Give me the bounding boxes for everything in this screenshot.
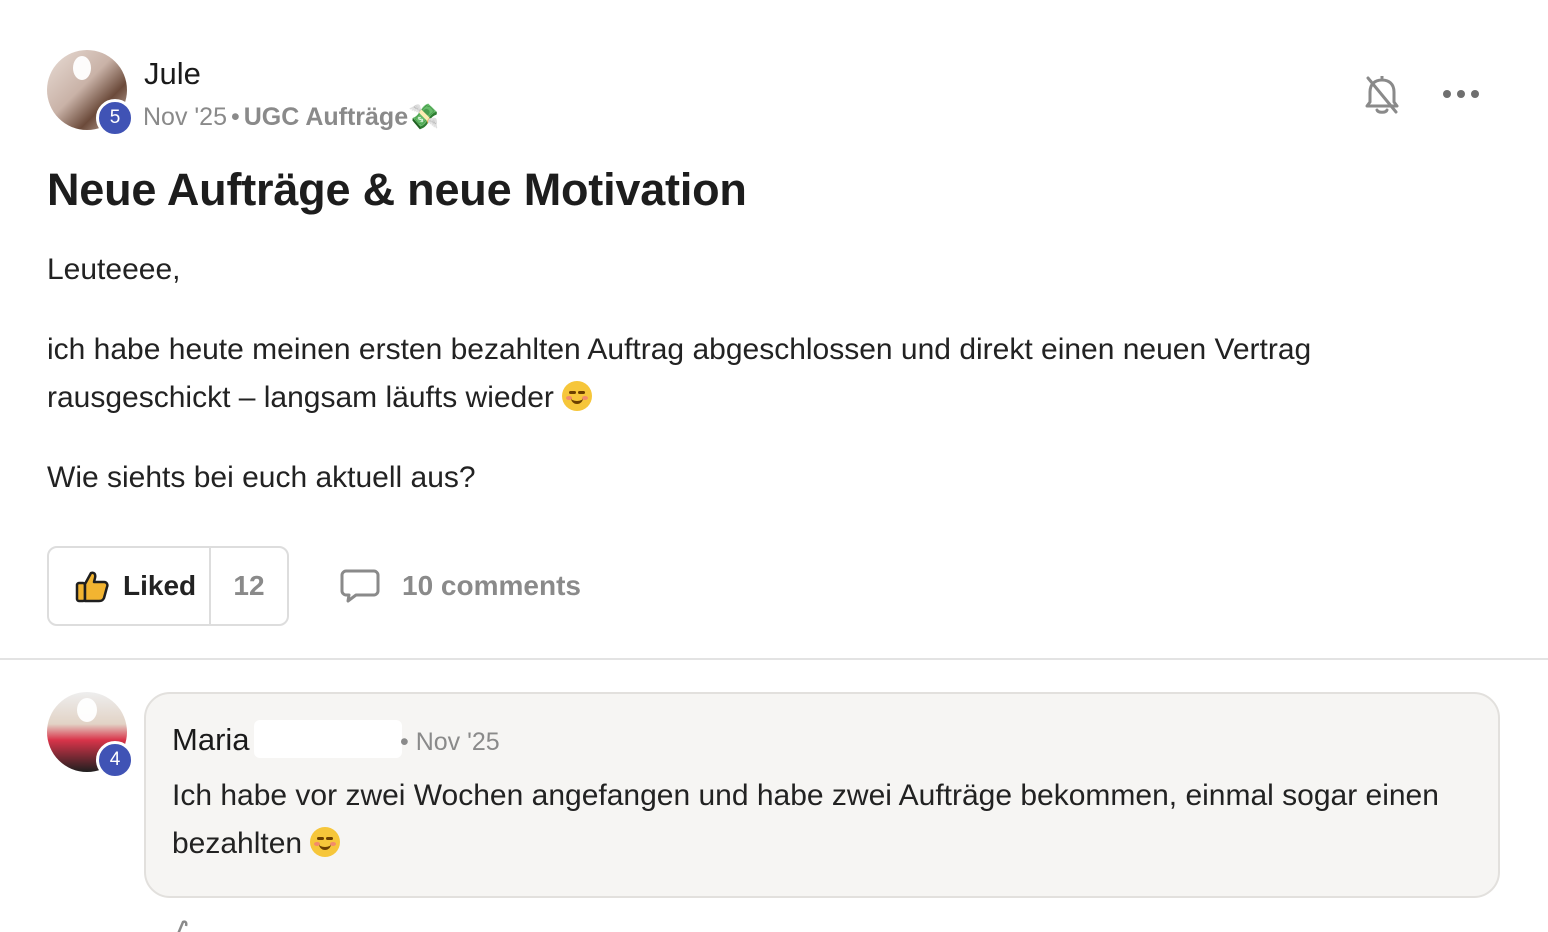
bell-off-icon <box>1365 76 1399 114</box>
post-paragraph: Leuteeee, <box>47 253 181 286</box>
post-meta: Nov '25 • UGC Aufträge💸 <box>143 103 439 132</box>
like-button[interactable]: Liked <box>49 548 211 624</box>
notification-toggle-button[interactable] <box>1362 72 1402 116</box>
smiling-emoji-icon <box>310 827 341 857</box>
author-level-badge: 5 <box>96 99 134 137</box>
avatar-redaction <box>77 698 97 722</box>
thumbs-up-icon <box>75 571 109 603</box>
comment-date: • Nov '25 <box>400 728 500 756</box>
post-date: Nov '25 <box>143 103 227 131</box>
more-options-button[interactable] <box>1440 82 1482 106</box>
comments-count-label: 10 comments <box>402 570 581 601</box>
comment-text: Ich habe vor zwei Wochen angefangen und … <box>172 779 1439 860</box>
like-label: Liked <box>123 570 197 601</box>
more-horizontal-icon <box>1443 90 1479 98</box>
comment-bubble: Maria • Nov '25 Ich habe vor zwei Wochen… <box>144 692 1500 898</box>
author-name[interactable]: Jule <box>144 56 201 92</box>
like-control: Liked 12 <box>47 546 289 626</box>
like-count[interactable]: 12 <box>211 570 287 602</box>
comments-button[interactable]: 10 comments <box>340 566 581 606</box>
post-category-link[interactable]: UGC Aufträge💸 <box>244 103 439 131</box>
smiling-emoji-icon <box>562 381 593 411</box>
avatar-redaction <box>73 56 91 80</box>
commenter-level-badge: 4 <box>96 741 134 779</box>
post-title: Neue Aufträge & neue Motivation <box>47 164 747 215</box>
meta-separator: • <box>230 103 240 131</box>
post-page: 5 Jule Nov '25 • UGC Aufträge💸 Neue Aufträ… <box>0 0 1548 932</box>
comment-author[interactable]: Maria <box>172 722 250 758</box>
post-paragraph: Wie siehts bei euch aktuell aus? <box>47 461 476 494</box>
post-paragraph: ich habe heute meinen ersten bezahlten A… <box>47 333 1312 414</box>
comment-actions <box>170 914 198 932</box>
comment-bubble-icon <box>340 569 380 603</box>
thumbs-up-icon[interactable] <box>170 914 198 932</box>
post-body: Leuteeee, ich habe heute meinen ersten b… <box>47 246 1447 534</box>
name-redaction <box>254 720 402 758</box>
section-divider <box>0 658 1548 660</box>
